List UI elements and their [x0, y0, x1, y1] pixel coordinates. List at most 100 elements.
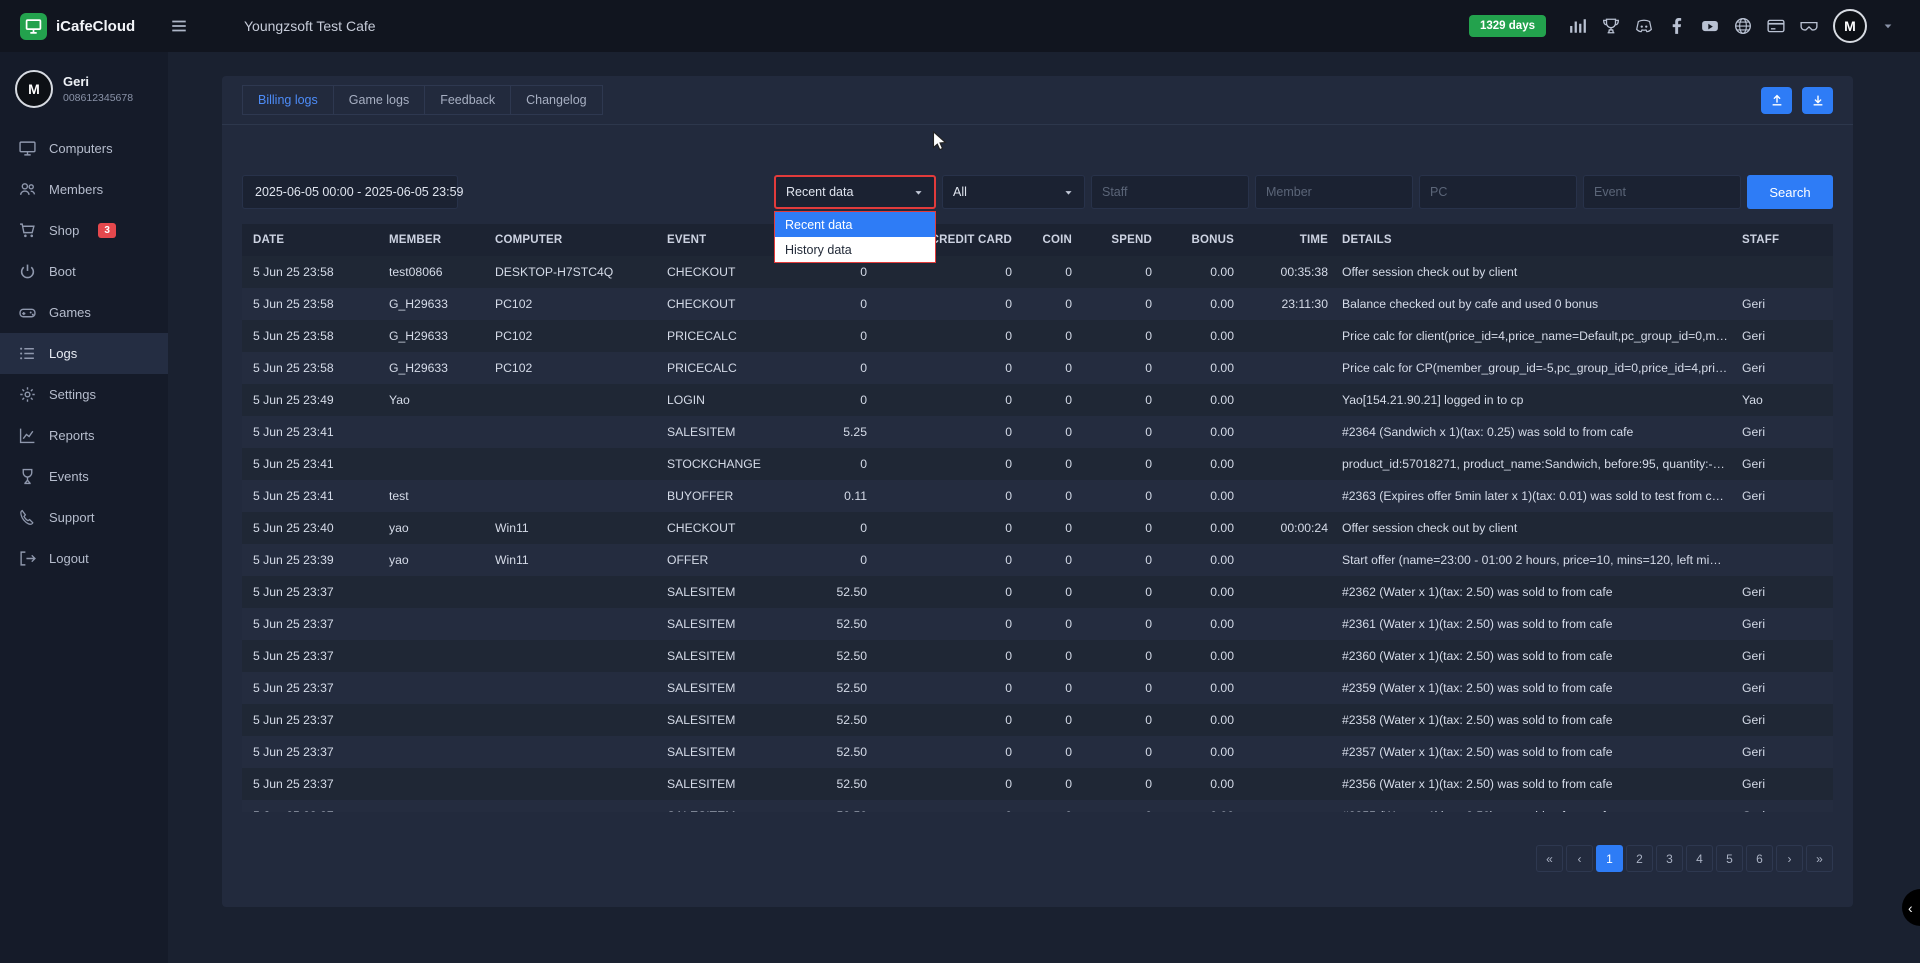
cell-computer: Win11 — [488, 553, 660, 567]
page-button-»[interactable]: » — [1806, 845, 1833, 872]
table-row[interactable]: 5 Jun 25 23:37SALESITEM52.500000.00#2356… — [242, 768, 1833, 800]
cell-date: 5 Jun 25 23:37 — [242, 681, 382, 695]
tabs: Billing logsGame logsFeedbackChangelog — [242, 85, 602, 115]
member-input[interactable] — [1255, 175, 1413, 209]
sidebar-item-games[interactable]: Games — [0, 292, 168, 333]
vr-icon[interactable] — [1800, 17, 1818, 35]
download-button[interactable] — [1802, 87, 1833, 114]
table-row[interactable]: 5 Jun 25 23:37SALESITEM52.500000.00#2355… — [242, 800, 1833, 812]
table-row[interactable]: 5 Jun 25 23:40yaoWin11CHECKOUT00000.0000… — [242, 512, 1833, 544]
sidebar-item-support[interactable]: Support — [0, 497, 168, 538]
pc-input[interactable] — [1419, 175, 1577, 209]
sidebar-item-logs[interactable]: Logs — [0, 333, 168, 374]
table-row[interactable]: 5 Jun 25 23:37SALESITEM52.500000.00#2361… — [242, 608, 1833, 640]
cell-coin: 0 — [1019, 809, 1079, 812]
table-row[interactable]: 5 Jun 25 23:58G_H29633PC102CHECKOUT00000… — [242, 288, 1833, 320]
table-row[interactable]: 5 Jun 25 23:37SALESITEM52.500000.00#2359… — [242, 672, 1833, 704]
table-row[interactable]: 5 Jun 25 23:49YaoLOGIN00000.00Yao[154.21… — [242, 384, 1833, 416]
trophy-icon[interactable] — [1602, 17, 1620, 35]
cell-coin: 0 — [1019, 521, 1079, 535]
youtube-icon[interactable] — [1701, 17, 1719, 35]
table-row[interactable]: 5 Jun 25 23:41STOCKCHANGE00000.00product… — [242, 448, 1833, 480]
page-button-«[interactable]: « — [1536, 845, 1563, 872]
cell-date: 5 Jun 25 23:37 — [242, 777, 382, 791]
table-row[interactable]: 5 Jun 25 23:39yaoWin11OFFER00000.00Start… — [242, 544, 1833, 576]
cell-staff: Geri — [1735, 489, 1833, 503]
page-button-1[interactable]: 1 — [1596, 845, 1623, 872]
table-row[interactable]: 5 Jun 25 23:37SALESITEM52.500000.00#2360… — [242, 640, 1833, 672]
cell-details: #2358 (Water x 1)(tax: 2.50) was sold to… — [1335, 713, 1735, 727]
cell-event: SALESITEM — [660, 425, 790, 439]
brand-name: iCafeCloud — [56, 18, 135, 35]
upload-button[interactable] — [1761, 87, 1792, 114]
tab-game-logs[interactable]: Game logs — [333, 85, 425, 115]
globe-icon[interactable] — [1734, 17, 1752, 35]
sidebar-user[interactable]: M Geri 008612345678 — [0, 52, 168, 128]
page-button-‹[interactable]: ‹ — [1566, 845, 1593, 872]
user-avatar[interactable]: M — [1833, 9, 1867, 43]
search-button[interactable]: Search — [1747, 175, 1833, 209]
tab-changelog[interactable]: Changelog — [510, 85, 602, 115]
cell-event: STOCKCHANGE — [660, 457, 790, 471]
table-row[interactable]: 5 Jun 25 23:41testBUYOFFER0.110000.00#23… — [242, 480, 1833, 512]
facebook-icon[interactable] — [1668, 17, 1686, 35]
page-button-4[interactable]: 4 — [1686, 845, 1713, 872]
sidebar-item-boot[interactable]: Boot — [0, 251, 168, 292]
page-button-6[interactable]: 6 — [1746, 845, 1773, 872]
sidebar-item-shop[interactable]: Shop3 — [0, 210, 168, 251]
event-input[interactable] — [1583, 175, 1741, 209]
menu-toggle-icon[interactable] — [170, 17, 188, 35]
table-row[interactable]: 5 Jun 25 23:37SALESITEM52.500000.00#2357… — [242, 736, 1833, 768]
sidebar-item-computers[interactable]: Computers — [0, 128, 168, 169]
table-row[interactable]: 5 Jun 25 23:41SALESITEM5.250000.00#2364 … — [242, 416, 1833, 448]
table-row[interactable]: 5 Jun 25 23:58G_H29633PC102PRICECALC0000… — [242, 352, 1833, 384]
page-button-3[interactable]: 3 — [1656, 845, 1683, 872]
cell-coin: 0 — [1019, 777, 1079, 791]
stats-icon[interactable] — [1569, 17, 1587, 35]
sidebar-item-logout[interactable]: Logout — [0, 538, 168, 579]
dropdown-option-recent-data[interactable]: Recent data — [775, 212, 935, 237]
type-select[interactable]: All — [942, 175, 1085, 209]
sidebar-item-reports[interactable]: Reports — [0, 415, 168, 456]
table-row[interactable]: 5 Jun 25 23:58G_H29633PC102PRICECALC0000… — [242, 320, 1833, 352]
cell-coin: 0 — [1019, 649, 1079, 663]
cell-details: #2364 (Sandwich x 1)(tax: 0.25) was sold… — [1335, 425, 1735, 439]
cell-member: G_H29633 — [382, 329, 488, 343]
col-details: DETAILS — [1335, 234, 1735, 246]
members-icon — [19, 181, 36, 198]
cell-computer: PC102 — [488, 361, 660, 375]
cell-date: 5 Jun 25 23:58 — [242, 361, 382, 375]
sidebar-item-members[interactable]: Members — [0, 169, 168, 210]
staff-input[interactable] — [1091, 175, 1249, 209]
tab-billing-logs[interactable]: Billing logs — [242, 85, 334, 115]
cell-coin: 0 — [1019, 297, 1079, 311]
page-button-2[interactable]: 2 — [1626, 845, 1653, 872]
sidebar-item-settings[interactable]: Settings — [0, 374, 168, 415]
sidebar-item-events[interactable]: Events — [0, 456, 168, 497]
cell-event: SALESITEM — [660, 809, 790, 812]
cell-event: SALESITEM — [660, 585, 790, 599]
cell-date: 5 Jun 25 23:58 — [242, 297, 382, 311]
cell-staff: Geri — [1735, 713, 1833, 727]
page-button-›[interactable]: › — [1776, 845, 1803, 872]
dropdown-option-history-data[interactable]: History data — [775, 237, 935, 262]
cell-spend: 0 — [1079, 361, 1159, 375]
cell-bonus: 0.00 — [1159, 745, 1241, 759]
chevron-down-icon[interactable] — [1882, 20, 1894, 32]
table-row[interactable]: 5 Jun 25 23:37SALESITEM52.500000.00#2362… — [242, 576, 1833, 608]
date-range-input[interactable]: 2025-06-05 00:00 - 2025-06-05 23:59 — [242, 175, 458, 209]
table-row[interactable]: 5 Jun 25 23:37SALESITEM52.500000.00#2358… — [242, 704, 1833, 736]
cell-credit_card: 0 — [874, 649, 1019, 663]
cell-date: 5 Jun 25 23:37 — [242, 713, 382, 727]
sidebar-item-label: Members — [49, 182, 103, 197]
cell-coin: 0 — [1019, 617, 1079, 631]
sidebar-item-label: Logout — [49, 551, 89, 566]
table-row[interactable]: 5 Jun 25 23:58test08066DESKTOP-H7STC4QCH… — [242, 256, 1833, 288]
tab-feedback[interactable]: Feedback — [424, 85, 511, 115]
chevron-down-icon — [913, 187, 924, 198]
payment-icon[interactable] — [1767, 17, 1785, 35]
data-select[interactable]: Recent data Recent dataHistory data — [774, 175, 936, 209]
cell-member: Yao — [382, 393, 488, 407]
discord-icon[interactable] — [1635, 17, 1653, 35]
page-button-5[interactable]: 5 — [1716, 845, 1743, 872]
